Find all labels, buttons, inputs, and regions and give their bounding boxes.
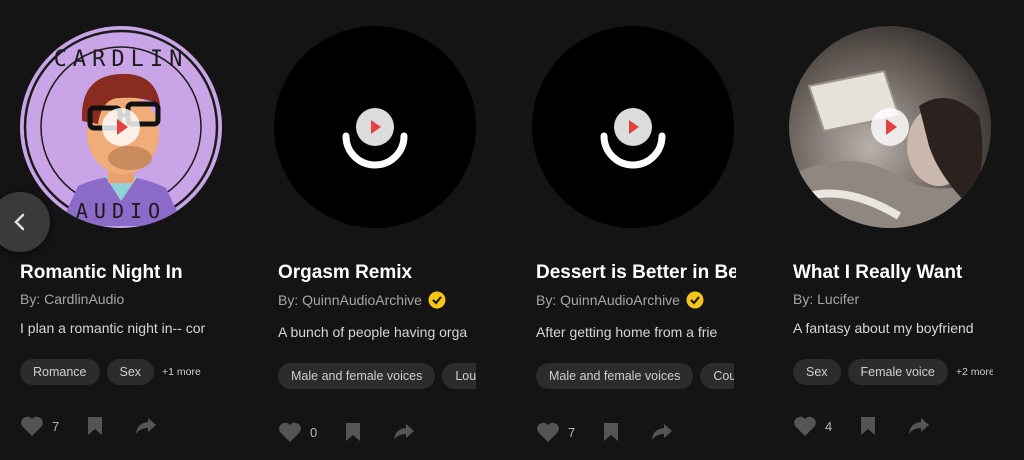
tag-chip[interactable]: Male and female voices bbox=[536, 363, 694, 389]
like-button[interactable]: 0 bbox=[278, 421, 317, 443]
track-description: After getting home from a frie bbox=[536, 324, 718, 340]
share-button[interactable] bbox=[908, 417, 930, 435]
share-icon bbox=[136, 418, 157, 434]
track-card[interactable]: CARDLIN AUDIO Romantic Night In By: Card… bbox=[20, 0, 222, 460]
more-tags-link[interactable]: +2 more bbox=[956, 366, 993, 378]
card-actions: 7 bbox=[20, 415, 157, 437]
tag-chip[interactable]: Female voice bbox=[847, 359, 948, 385]
bookmark-button[interactable] bbox=[860, 416, 876, 436]
verified-badge-icon bbox=[686, 291, 704, 309]
tag-chip[interactable]: Sex bbox=[106, 359, 155, 385]
bookmark-button[interactable] bbox=[87, 416, 103, 436]
bookmark-icon bbox=[604, 423, 619, 441]
like-count: 0 bbox=[310, 424, 318, 440]
logo-text-bottom: AUDIO bbox=[76, 199, 166, 223]
track-author[interactable]: By: Lucifer bbox=[793, 291, 859, 307]
tag-chip[interactable]: Lou bbox=[442, 363, 476, 389]
cover-art[interactable] bbox=[532, 26, 734, 228]
share-button[interactable] bbox=[135, 417, 157, 435]
tag-list: Male and female voices Cou bbox=[536, 361, 734, 391]
author-label[interactable]: By: QuinnAudioArchive bbox=[536, 292, 680, 308]
share-icon bbox=[394, 424, 415, 440]
heart-icon bbox=[794, 416, 816, 436]
tag-chip[interactable]: Cou bbox=[700, 363, 734, 389]
share-icon bbox=[652, 424, 673, 440]
track-card[interactable]: Orgasm Remix By: QuinnAudioArchive A bun… bbox=[274, 0, 478, 460]
track-description: A bunch of people having orga bbox=[278, 324, 468, 340]
tag-chip[interactable]: Male and female voices bbox=[278, 363, 436, 389]
tag-chip[interactable]: Sex bbox=[793, 359, 841, 385]
like-count: 7 bbox=[568, 424, 576, 440]
tag-list: Romance Sex +1 more bbox=[20, 357, 230, 387]
bookmark-icon bbox=[346, 423, 361, 441]
play-icon[interactable] bbox=[102, 108, 140, 146]
chevron-left-icon bbox=[14, 213, 25, 231]
like-button[interactable]: 7 bbox=[536, 421, 575, 443]
tag-list: Male and female voices Lou bbox=[278, 361, 476, 391]
share-button[interactable] bbox=[393, 423, 415, 441]
author-label[interactable]: By: QuinnAudioArchive bbox=[278, 292, 422, 308]
heart-icon bbox=[21, 416, 43, 436]
track-author[interactable]: By: QuinnAudioArchive bbox=[536, 291, 704, 309]
bookmark-icon bbox=[861, 417, 876, 435]
cover-art[interactable] bbox=[789, 26, 991, 228]
author-label[interactable]: By: CardlinAudio bbox=[20, 291, 124, 307]
track-description: A fantasy about my boyfriend bbox=[793, 320, 974, 336]
like-button[interactable]: 7 bbox=[20, 415, 59, 437]
more-tags-link[interactable]: +1 more bbox=[162, 366, 201, 378]
track-author[interactable]: By: CardlinAudio bbox=[20, 291, 124, 307]
author-label[interactable]: By: Lucifer bbox=[793, 291, 859, 307]
cover-art[interactable] bbox=[274, 26, 476, 228]
default-logo-icon bbox=[600, 100, 666, 169]
heart-icon bbox=[537, 422, 559, 442]
like-count: 7 bbox=[52, 418, 60, 434]
share-icon bbox=[909, 418, 930, 434]
track-title[interactable]: Romantic Night In bbox=[20, 262, 236, 284]
tag-chip[interactable]: Romance bbox=[20, 359, 100, 385]
bookmark-icon bbox=[88, 417, 103, 435]
track-description: I plan a romantic night in-- cor bbox=[20, 320, 206, 336]
card-actions: 7 bbox=[536, 421, 673, 443]
track-author[interactable]: By: QuinnAudioArchive bbox=[278, 291, 446, 309]
bookmark-button[interactable] bbox=[345, 422, 361, 442]
track-card[interactable]: What I Really Want By: Lucifer A fantasy… bbox=[789, 0, 993, 460]
bookmark-button[interactable] bbox=[603, 422, 619, 442]
card-actions: 4 bbox=[793, 415, 930, 437]
play-icon[interactable] bbox=[871, 108, 909, 146]
like-button[interactable]: 4 bbox=[793, 415, 832, 437]
cover-art[interactable]: CARDLIN AUDIO bbox=[20, 26, 222, 228]
track-title[interactable]: What I Really Want bbox=[793, 262, 1009, 284]
track-title[interactable]: Orgasm Remix bbox=[278, 262, 494, 284]
logo-text-top: CARDLIN bbox=[54, 47, 189, 72]
share-button[interactable] bbox=[651, 423, 673, 441]
tag-list: Sex Female voice +2 more bbox=[793, 357, 993, 387]
heart-icon bbox=[279, 422, 301, 442]
default-logo-icon bbox=[342, 100, 408, 169]
verified-badge-icon bbox=[428, 291, 446, 309]
track-title[interactable]: Dessert is Better in Bed bbox=[536, 262, 736, 284]
card-actions: 0 bbox=[278, 421, 415, 443]
track-card[interactable]: Dessert is Better in Bed By: QuinnAudioA… bbox=[532, 0, 736, 460]
like-count: 4 bbox=[825, 418, 833, 434]
